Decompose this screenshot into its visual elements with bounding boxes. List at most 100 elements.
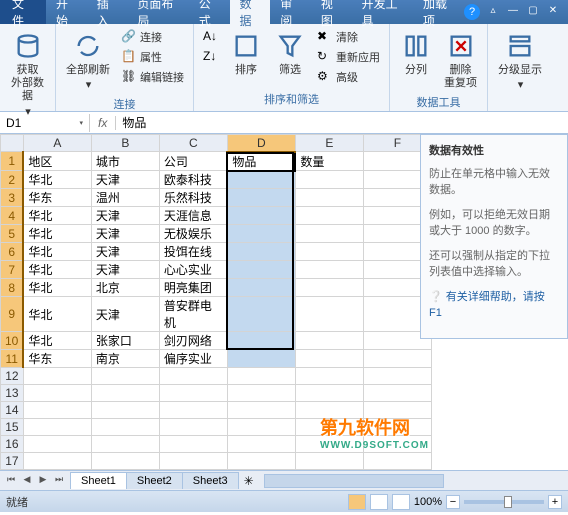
cell-A14[interactable] (23, 402, 91, 419)
row-head-12[interactable]: 12 (1, 368, 24, 385)
cell-C12[interactable] (159, 368, 227, 385)
cell-E13[interactable] (295, 385, 363, 402)
cell-D16[interactable] (227, 436, 295, 453)
row-head-18[interactable]: 18 (1, 470, 24, 471)
connections-button[interactable]: 🔗连接 (120, 28, 185, 46)
cell-E6[interactable] (295, 243, 363, 261)
formula-input[interactable]: 物品 (116, 112, 568, 133)
cell-A10[interactable]: 华北 (23, 332, 91, 350)
cell-C13[interactable] (159, 385, 227, 402)
edit-links-button[interactable]: ⛓编辑链接 (120, 68, 185, 86)
view-page-layout-button[interactable] (370, 494, 388, 510)
cell-A7[interactable]: 华北 (23, 261, 91, 279)
cell-A2[interactable]: 华北 (23, 171, 91, 189)
cell-C3[interactable]: 乐然科技 (159, 189, 227, 207)
cell-F15[interactable] (363, 419, 431, 436)
cell-B7[interactable]: 天津 (91, 261, 159, 279)
row-head-1[interactable]: 1 (1, 152, 24, 171)
col-head-B[interactable]: B (91, 135, 159, 152)
view-normal-button[interactable] (348, 494, 366, 510)
help-icon[interactable]: ? (464, 4, 480, 20)
row-head-2[interactable]: 2 (1, 171, 24, 189)
cell-E9[interactable] (295, 297, 363, 332)
cell-C10[interactable]: 剑刃网络 (159, 332, 227, 350)
sort-za-button[interactable]: Z↓ (202, 48, 220, 66)
cell-E18[interactable] (295, 470, 363, 471)
cell-E3[interactable] (295, 189, 363, 207)
remove-duplicates-button[interactable]: 删除 重复项 (442, 28, 479, 92)
get-external-data-button[interactable]: 获取 外部数据 ▾ (8, 28, 47, 121)
cell-A15[interactable] (23, 419, 91, 436)
cell-C8[interactable]: 明亮集团 (159, 279, 227, 297)
sheet-tab-2[interactable]: Sheet2 (126, 472, 183, 489)
reapply-button[interactable]: ↻重新应用 (316, 48, 381, 66)
cell-B17[interactable] (91, 453, 159, 470)
advanced-filter-button[interactable]: ⚙高级 (316, 68, 381, 86)
sheet-add-icon[interactable]: ✳ (238, 472, 260, 490)
cell-D11[interactable] (227, 350, 295, 368)
cell-E14[interactable] (295, 402, 363, 419)
cell-C1[interactable]: 公司 (159, 152, 227, 171)
cell-B8[interactable]: 北京 (91, 279, 159, 297)
close-icon[interactable]: ✕ (546, 5, 560, 19)
cell-C6[interactable]: 投饵在线 (159, 243, 227, 261)
cell-A1[interactable]: 地区 (23, 152, 91, 171)
cell-B5[interactable]: 天津 (91, 225, 159, 243)
cell-B12[interactable] (91, 368, 159, 385)
cell-A13[interactable] (23, 385, 91, 402)
refresh-all-button[interactable]: 全部刷新 ▾ (64, 28, 112, 94)
col-head-C[interactable]: C (159, 135, 227, 152)
zoom-out-button[interactable]: − (446, 495, 460, 509)
cell-E15[interactable] (295, 419, 363, 436)
cell-B13[interactable] (91, 385, 159, 402)
horizontal-scrollbar[interactable] (264, 474, 564, 488)
cell-E8[interactable] (295, 279, 363, 297)
cell-E11[interactable] (295, 350, 363, 368)
cell-A8[interactable]: 华北 (23, 279, 91, 297)
clear-filter-button[interactable]: ✖清除 (316, 28, 381, 46)
sheet-tab-1[interactable]: Sheet1 (70, 472, 127, 489)
cell-A12[interactable] (23, 368, 91, 385)
row-head-10[interactable]: 10 (1, 332, 24, 350)
cell-D6[interactable] (227, 243, 295, 261)
row-head-11[interactable]: 11 (1, 350, 24, 368)
cell-D2[interactable] (227, 171, 295, 189)
cell-D7[interactable] (227, 261, 295, 279)
cell-E1[interactable]: 数量 (295, 152, 363, 171)
cell-E7[interactable] (295, 261, 363, 279)
minimize-ribbon-icon[interactable]: ▵ (486, 5, 500, 19)
cell-A18[interactable] (23, 470, 91, 471)
cell-A17[interactable] (23, 453, 91, 470)
cell-B3[interactable]: 温州 (91, 189, 159, 207)
filter-button[interactable]: 筛选 (272, 28, 308, 79)
cell-C15[interactable] (159, 419, 227, 436)
cell-C16[interactable] (159, 436, 227, 453)
row-head-15[interactable]: 15 (1, 419, 24, 436)
outline-button[interactable]: 分级显示 ▾ (496, 28, 544, 94)
row-head-13[interactable]: 13 (1, 385, 24, 402)
cell-B6[interactable]: 天津 (91, 243, 159, 261)
row-head-8[interactable]: 8 (1, 279, 24, 297)
sheet-nav-first-icon[interactable]: ⏮ (4, 474, 18, 488)
row-head-14[interactable]: 14 (1, 402, 24, 419)
cell-A9[interactable]: 华北 (23, 297, 91, 332)
cell-E12[interactable] (295, 368, 363, 385)
cell-B1[interactable]: 城市 (91, 152, 159, 171)
row-head-7[interactable]: 7 (1, 261, 24, 279)
cell-F13[interactable] (363, 385, 431, 402)
cell-D18[interactable] (227, 470, 295, 471)
cell-D12[interactable] (227, 368, 295, 385)
cell-B11[interactable]: 南京 (91, 350, 159, 368)
cell-E10[interactable] (295, 332, 363, 350)
row-head-3[interactable]: 3 (1, 189, 24, 207)
cell-E2[interactable] (295, 171, 363, 189)
cell-D3[interactable] (227, 189, 295, 207)
cell-F14[interactable] (363, 402, 431, 419)
cell-C7[interactable]: 心心实业 (159, 261, 227, 279)
cell-C2[interactable]: 欧泰科技 (159, 171, 227, 189)
cell-F17[interactable] (363, 453, 431, 470)
cell-A6[interactable]: 华北 (23, 243, 91, 261)
cell-C14[interactable] (159, 402, 227, 419)
sheet-nav-last-icon[interactable]: ⏭ (52, 474, 66, 488)
cell-B16[interactable] (91, 436, 159, 453)
